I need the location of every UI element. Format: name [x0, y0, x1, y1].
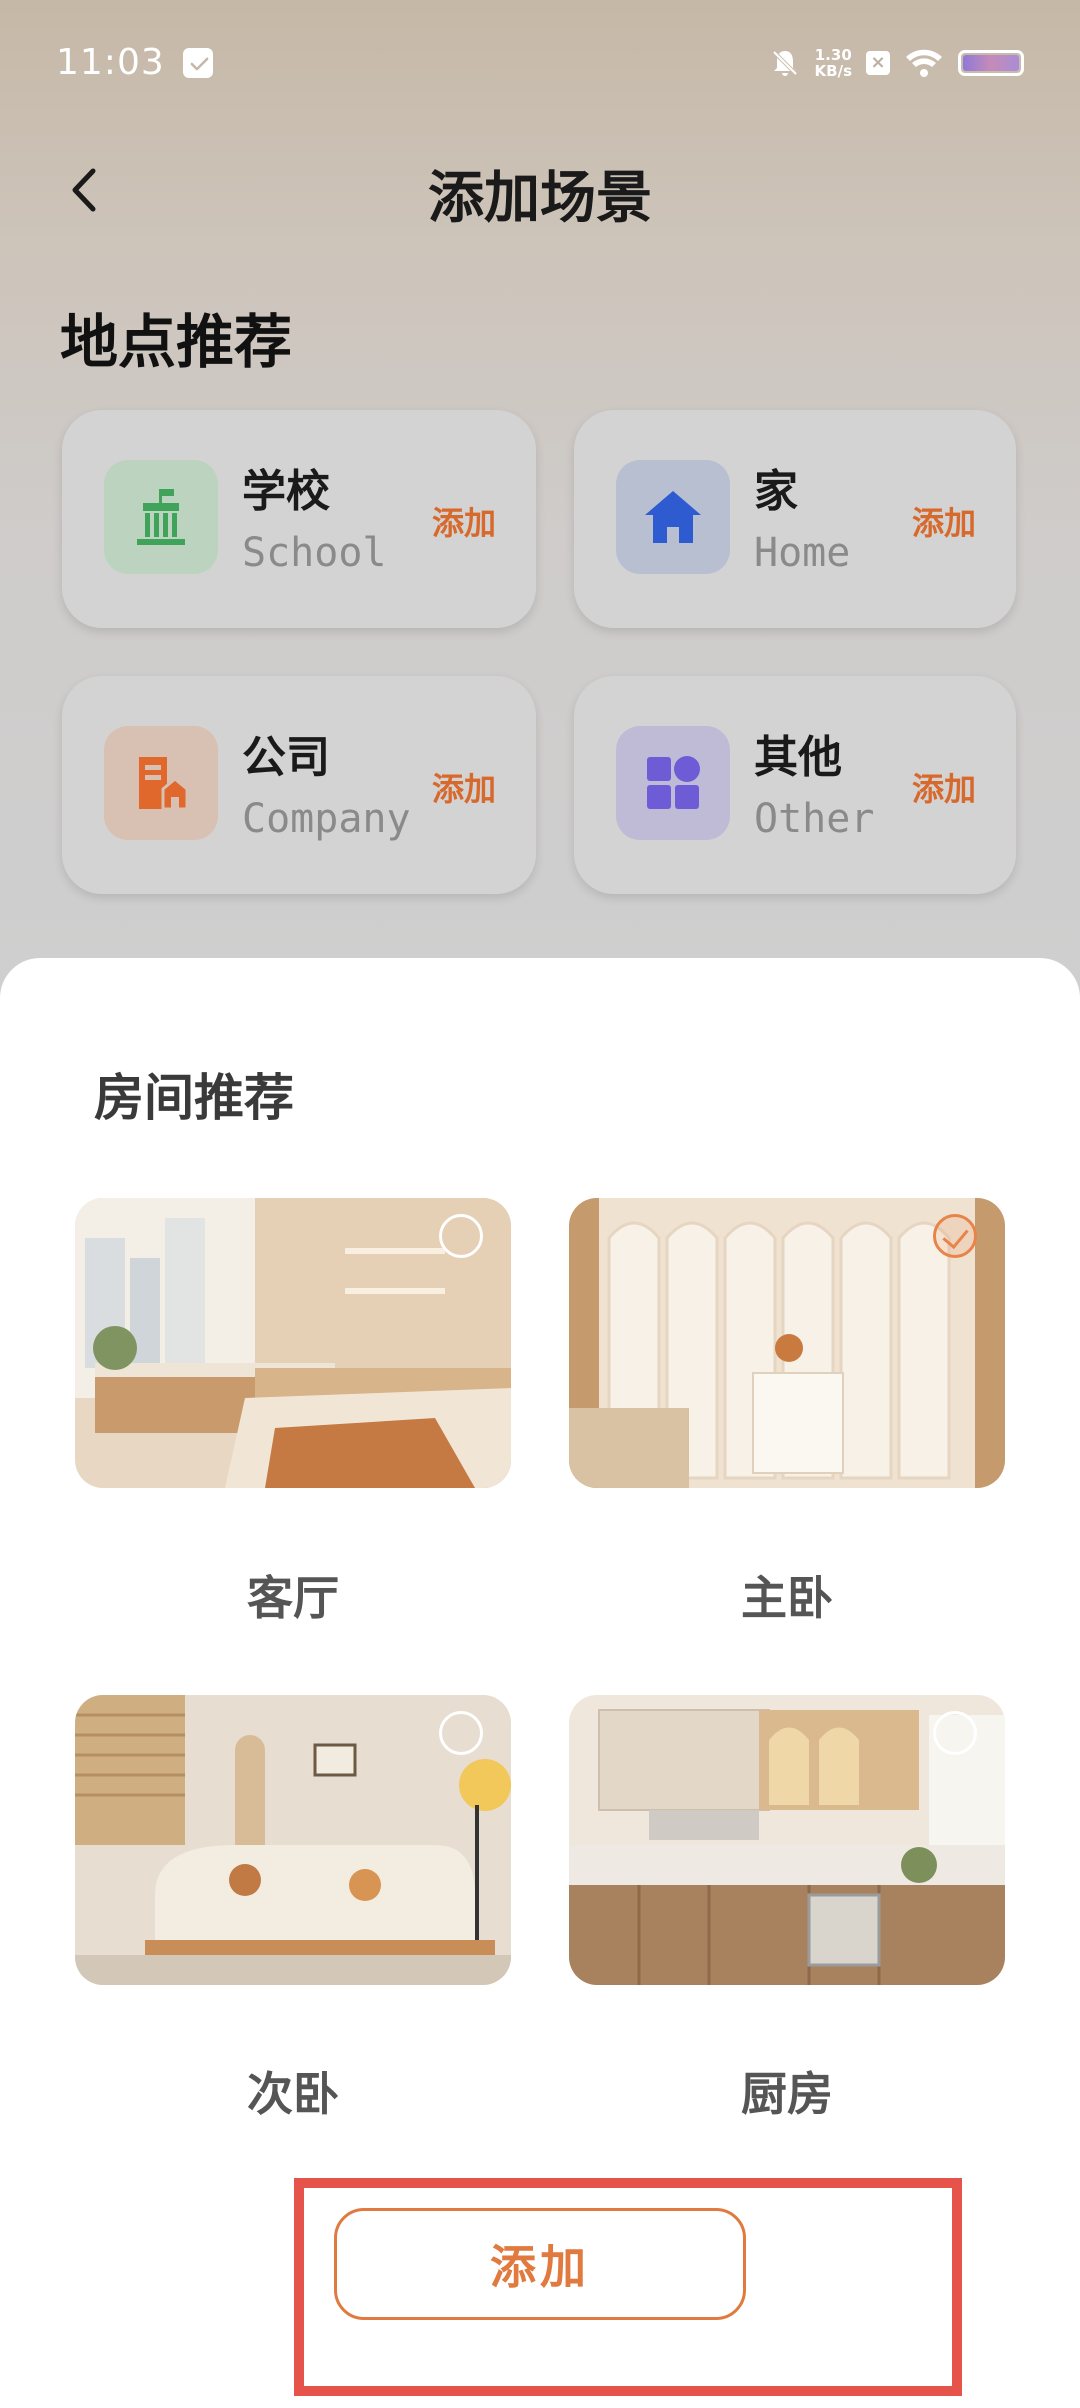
location-en-other: Other [754, 796, 875, 842]
net-speed-value: 1.30 [814, 45, 852, 64]
school-icon [137, 489, 185, 545]
room-section-title: 房间推荐 [94, 1069, 294, 1127]
net-speed-unit: KB/s [814, 61, 852, 80]
location-card-company[interactable]: 公司 Company 添加 [62, 676, 536, 894]
battery-icon [958, 49, 1024, 76]
add-button[interactable]: 添加 [334, 2208, 746, 2320]
other-grid-icon [647, 756, 700, 809]
header: 添加场景 [0, 135, 1080, 245]
add-school-button[interactable]: 添加 [432, 498, 496, 544]
status-left: 11:03 [56, 42, 213, 83]
location-card-school[interactable]: 学校 School 添加 [62, 410, 536, 628]
location-en-home: Home [754, 530, 851, 576]
company-icon-box [104, 726, 218, 840]
add-other-button[interactable]: 添加 [912, 764, 976, 810]
room-card-living[interactable] [75, 1198, 511, 1488]
location-name-home: 家 [754, 466, 798, 517]
room-radio-second-bedroom[interactable] [439, 1711, 483, 1755]
location-name-other: 其他 [754, 732, 842, 783]
status-right: 1.30 KB/s × [769, 47, 1024, 79]
x-icon: × [866, 50, 890, 75]
other-icon-box [616, 726, 730, 840]
add-home-button[interactable]: 添加 [912, 498, 976, 544]
status-bar: 11:03 1.30 KB/s × [0, 0, 1080, 125]
room-label-master-bedroom: 主卧 [741, 1571, 833, 1625]
message-icon [182, 47, 213, 78]
room-label-kitchen: 厨房 [741, 2067, 833, 2121]
location-en-company: Company [242, 796, 411, 842]
room-card-master-bedroom[interactable] [569, 1198, 1005, 1488]
location-name-company: 公司 [242, 732, 330, 783]
home-icon [645, 491, 701, 543]
room-radio-master-bedroom[interactable] [933, 1214, 977, 1258]
wifi-icon [906, 49, 942, 77]
mute-bell-icon [772, 50, 797, 76]
location-name-school: 学校 [242, 466, 330, 517]
school-icon-box [104, 460, 218, 574]
battery-level [963, 54, 1019, 71]
room-card-kitchen[interactable] [569, 1695, 1005, 1985]
location-card-home[interactable]: 家 Home 添加 [574, 410, 1016, 628]
status-time: 11:03 [56, 42, 165, 83]
company-icon [139, 757, 189, 811]
room-radio-kitchen[interactable] [933, 1711, 977, 1755]
room-label-second-bedroom: 次卧 [247, 2067, 339, 2121]
add-company-button[interactable]: 添加 [432, 764, 496, 810]
location-card-other[interactable]: 其他 Other 添加 [574, 676, 1016, 894]
room-card-second-bedroom[interactable] [75, 1695, 511, 1985]
room-label-living: 客厅 [247, 1571, 339, 1625]
room-radio-living[interactable] [439, 1214, 483, 1258]
location-section-title: 地点推荐 [60, 308, 293, 376]
home-icon-box [616, 460, 730, 574]
location-en-school: School [242, 530, 387, 576]
page-title: 添加场景 [428, 166, 652, 231]
net-speed: 1.30 KB/s [815, 47, 852, 79]
